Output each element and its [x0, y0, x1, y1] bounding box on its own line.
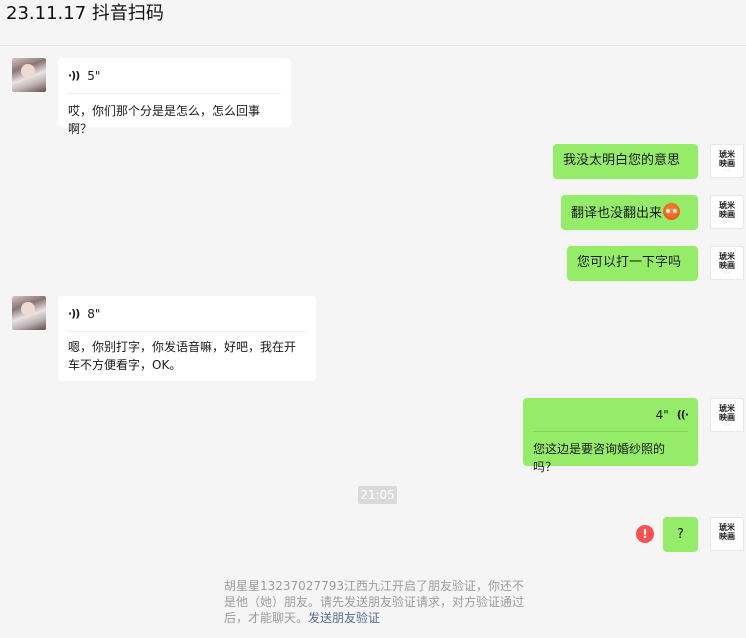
voice-wave-icon: ·)) [68, 307, 80, 320]
outgoing-message-bubble[interactable]: 翻译也没翻出来 [561, 195, 698, 230]
voice-transcript: 哎，你们那个分是是怎么，怎么回事啊？ [68, 104, 261, 136]
send-failed-icon[interactable]: ! [636, 525, 654, 543]
voice-transcript: 嗯，你别打字，你发语音嘛，好吧，我在开车不方便看字，OK。 [68, 340, 297, 372]
more-options-button[interactable]: ··· [633, 0, 728, 4]
voice-message-bubble[interactable]: ·)) 5" 哎，你们那个分是是怎么，怎么回事啊？ [58, 58, 291, 136]
chat-header: 23.11.17 抖音扫码 ··· [0, 0, 746, 46]
message-text: ? [677, 526, 684, 542]
my-avatar[interactable]: 琥米 映画 — — [710, 246, 744, 280]
send-verification-link[interactable]: 发送朋友验证 [308, 611, 380, 625]
outgoing-voice-bubble[interactable]: 4" ((· 您这边是要咨询婚纱照的吗？ [523, 398, 698, 474]
voice-duration: 8" [87, 306, 101, 321]
message-text: 翻译也没翻出来 [571, 206, 663, 221]
contact-avatar[interactable] [12, 58, 46, 92]
my-avatar[interactable]: 琥米 映画 — — [710, 144, 744, 178]
voice-transcript: 您这边是要咨询婚纱照的吗？ [533, 442, 666, 474]
message-text: 您可以打一下字吗 [577, 255, 682, 270]
outgoing-message-bubble[interactable]: ? [663, 517, 698, 552]
time-divider: 21:05 [358, 486, 397, 504]
chat-title: 23.11.17 抖音扫码 [6, 3, 164, 24]
my-avatar[interactable]: 琥米 映画 — — [710, 398, 744, 432]
message-text: 我没太明白您的意思 [563, 153, 681, 168]
my-avatar[interactable]: 琥米 映画 — — [710, 195, 744, 229]
outgoing-message-bubble[interactable]: 您可以打一下字吗 [567, 246, 698, 281]
my-avatar[interactable]: 琥米 映画 — — [710, 517, 744, 551]
voice-player[interactable]: ·)) 5" [68, 58, 281, 94]
outgoing-message-bubble[interactable]: 我没太明白您的意思 [553, 144, 698, 179]
voice-player[interactable]: ·)) 8" [68, 296, 306, 332]
voice-wave-icon: ·)) [68, 69, 80, 82]
voice-wave-icon: ((· [676, 407, 689, 421]
voice-player[interactable]: 4" ((· [533, 398, 689, 432]
voice-duration: 5" [87, 68, 101, 83]
voice-message-bubble[interactable]: ·)) 8" 嗯，你别打字，你发语音嘛，好吧，我在开车不方便看字，OK。 [58, 296, 316, 381]
sweat-smile-emoji-icon [663, 203, 681, 220]
voice-duration: 4" [655, 407, 669, 422]
friend-verification-notice: 胡星星13237027793江西九江开启了朋友验证，你还不是他（她）朋友。请先发… [224, 578, 534, 626]
contact-avatar[interactable] [12, 296, 46, 330]
